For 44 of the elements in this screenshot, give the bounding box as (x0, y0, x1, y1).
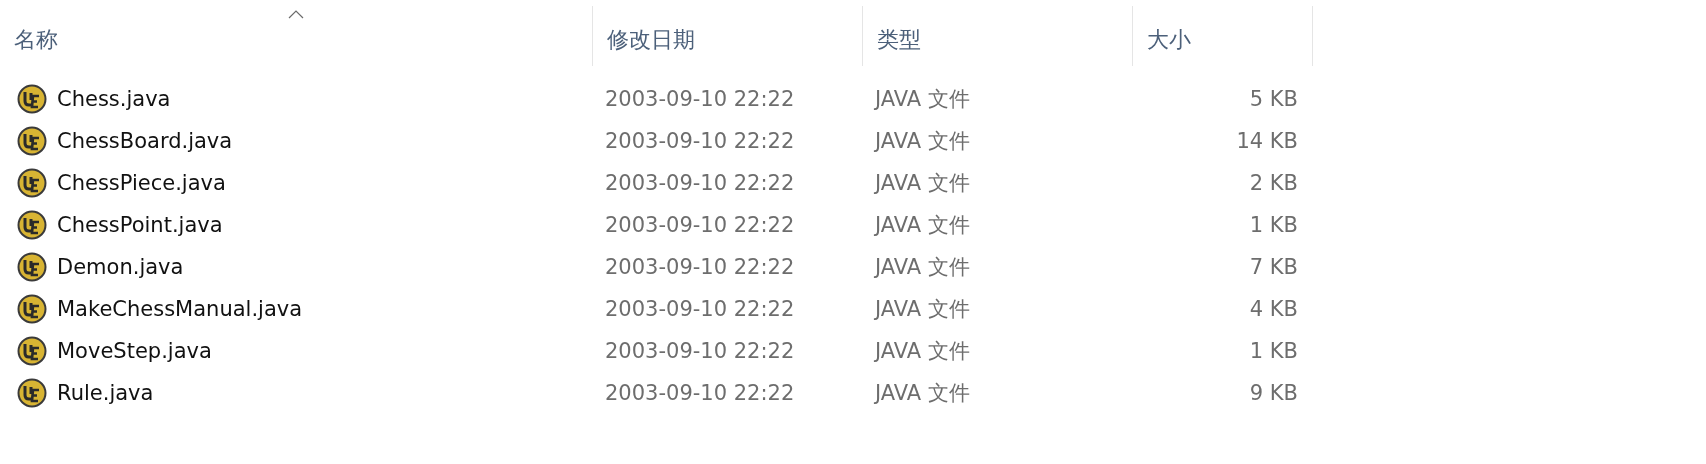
file-size: 2 KB (1249, 171, 1298, 195)
file-type: JAVA 文件 (875, 338, 970, 365)
column-header[interactable]: 类型 (863, 25, 933, 55)
column-header[interactable]: 大小 (1133, 25, 1203, 55)
modified-date: 2003-09-10 22:22 (605, 129, 795, 153)
modified-date: 2003-09-10 22:22 (605, 381, 795, 405)
file-name[interactable]: Chess.java (57, 87, 171, 111)
modified-date: 2003-09-10 22:22 (605, 213, 795, 237)
file-size: 1 KB (1249, 213, 1298, 237)
file-icon (17, 168, 47, 198)
modified-date: 2003-09-10 22:22 (605, 87, 795, 111)
file-icon (17, 336, 47, 366)
file-icon (17, 294, 47, 324)
file-icon (17, 126, 47, 156)
file-icon (17, 210, 47, 240)
file-name[interactable]: ChessBoard.java (57, 129, 233, 153)
file-size: 9 KB (1249, 381, 1298, 405)
file-type: JAVA 文件 (875, 296, 970, 323)
file-icon (17, 84, 47, 114)
column-header[interactable]: 修改日期 (593, 25, 707, 55)
file-name[interactable]: ChessPoint.java (57, 213, 223, 237)
file-icon (17, 252, 47, 282)
file-name[interactable]: MakeChessManual.java (57, 297, 303, 321)
file-type: JAVA 文件 (875, 170, 970, 197)
file-type: JAVA 文件 (875, 128, 970, 155)
file-size: 1 KB (1249, 339, 1298, 363)
file-size: 7 KB (1249, 255, 1298, 279)
file-type: JAVA 文件 (875, 380, 970, 407)
file-type: JAVA 文件 (875, 212, 970, 239)
modified-date: 2003-09-10 22:22 (605, 297, 795, 321)
modified-date: 2003-09-10 22:22 (605, 339, 795, 363)
file-size: 5 KB (1249, 87, 1298, 111)
file-size: 14 KB (1236, 129, 1298, 153)
file-icon (17, 378, 47, 408)
column-header[interactable]: 名称 (0, 25, 70, 55)
file-name[interactable]: Rule.java (57, 381, 154, 405)
modified-date: 2003-09-10 22:22 (605, 255, 795, 279)
file-type: JAVA 文件 (875, 86, 970, 113)
file-size: 4 KB (1249, 297, 1298, 321)
file-type: JAVA 文件 (875, 254, 970, 281)
file-name[interactable]: MoveStep.java (57, 339, 212, 363)
modified-date: 2003-09-10 22:22 (605, 171, 795, 195)
file-name[interactable]: ChessPiece.java (57, 171, 226, 195)
file-name[interactable]: Demon.java (57, 255, 184, 279)
